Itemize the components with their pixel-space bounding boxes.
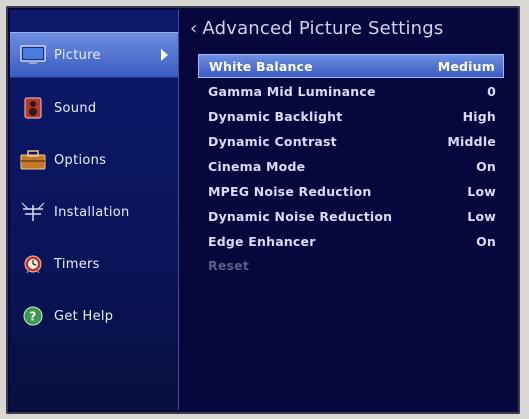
setting-label: Cinema Mode [208, 158, 306, 174]
setting-row-gamma-mid-luminance[interactable]: Gamma Mid Luminance 0 [198, 79, 504, 103]
sidebar-item-timers[interactable]: Timers [10, 242, 178, 286]
sidebar-item-sound[interactable]: Sound [10, 86, 178, 130]
setting-row-cinema-mode[interactable]: Cinema Mode On [198, 154, 504, 178]
setting-label: Dynamic Backlight [208, 108, 343, 124]
sidebar-item-get-help[interactable]: ? Get Help [10, 294, 178, 338]
sidebar-item-label: Timers [54, 256, 100, 272]
monitor-icon [20, 44, 46, 66]
svg-text:?: ? [29, 310, 36, 324]
setting-label: Dynamic Contrast [208, 133, 337, 149]
sidebar-item-label: Picture [54, 47, 101, 63]
help-icon: ? [20, 305, 46, 327]
chevron-right-icon [161, 49, 168, 61]
sidebar-item-installation[interactable]: Installation [10, 190, 178, 234]
page-title-text: Advanced Picture Settings [202, 18, 444, 39]
speaker-icon [20, 97, 46, 119]
setting-row-dynamic-backlight[interactable]: Dynamic Backlight High [198, 104, 504, 128]
setting-label: MPEG Noise Reduction [208, 183, 372, 199]
setting-value: 0 [487, 83, 496, 99]
tv-screen: Picture Sound Options Installation Timer… [6, 6, 520, 414]
sidebar-menu: Picture Sound Options Installation Timer… [10, 10, 179, 410]
sidebar-item-label: Installation [54, 204, 130, 220]
sidebar-item-label: Sound [54, 100, 97, 116]
setting-row-reset: Reset [198, 253, 504, 277]
sidebar-item-label: Options [54, 152, 107, 168]
sidebar-item-label: Get Help [54, 308, 114, 324]
setting-label: Gamma Mid Luminance [208, 83, 376, 99]
setting-value: Middle [447, 133, 496, 149]
setting-value: On [476, 158, 496, 174]
setting-value: On [476, 233, 496, 249]
setting-label: Reset [208, 257, 249, 273]
setting-value: Low [467, 183, 496, 199]
sidebar-item-options[interactable]: Options [10, 138, 178, 182]
setting-label: Edge Enhancer [208, 233, 316, 249]
setting-value: Medium [437, 58, 495, 74]
setting-row-mpeg-noise-reduction[interactable]: MPEG Noise Reduction Low [198, 179, 504, 203]
setting-row-edge-enhancer[interactable]: Edge Enhancer On [198, 229, 504, 253]
antenna-icon [20, 201, 46, 223]
sidebar-item-picture[interactable]: Picture [10, 32, 178, 78]
toolbox-icon [20, 149, 46, 171]
setting-label: White Balance [209, 58, 313, 74]
setting-row-dynamic-contrast[interactable]: Dynamic Contrast Middle [198, 129, 504, 153]
page-title: ‹ Advanced Picture Settings [190, 18, 444, 39]
back-chevron-icon[interactable]: ‹ [190, 18, 197, 39]
setting-value: Low [467, 208, 496, 224]
settings-panel: ‹ Advanced Picture Settings White Balance… [188, 10, 516, 410]
setting-value: High [462, 108, 496, 124]
setting-row-white-balance[interactable]: White Balance Medium [198, 54, 504, 78]
setting-label: Dynamic Noise Reduction [208, 208, 393, 224]
setting-row-dynamic-noise-reduction[interactable]: Dynamic Noise Reduction Low [198, 204, 504, 228]
alarm-clock-icon [20, 253, 46, 275]
